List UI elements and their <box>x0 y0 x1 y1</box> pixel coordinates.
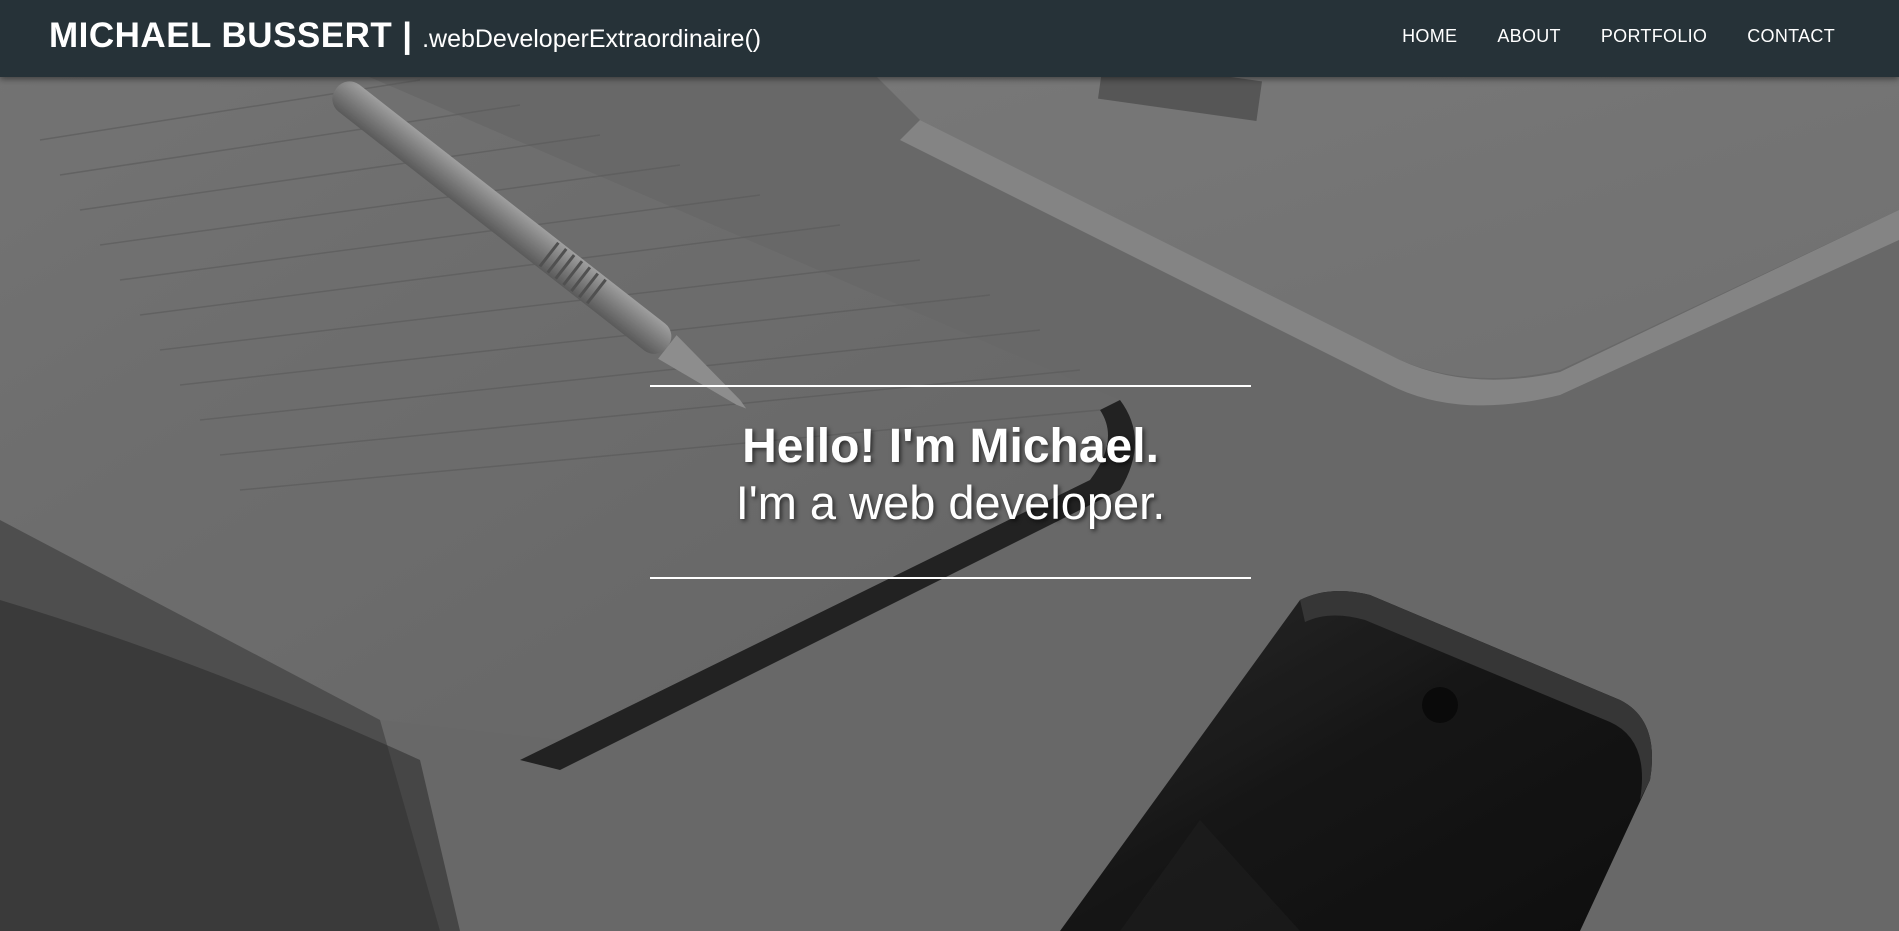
brand-separator: | <box>402 16 413 55</box>
nav-portfolio-link[interactable]: PORTFOLIO <box>1601 26 1707 47</box>
brand-logo[interactable]: MICHAEL BUSSERT | .webDeveloperExtraordi… <box>49 16 761 56</box>
bottom-divider <box>650 577 1251 579</box>
nav-about-link[interactable]: ABOUT <box>1497 26 1561 47</box>
nav-home-link[interactable]: HOME <box>1402 26 1457 47</box>
brand-name: MICHAEL BUSSERT <box>49 16 393 55</box>
hero-intro: Hello! I'm Michael. I'm a web developer. <box>650 385 1251 579</box>
main-nav: HOME ABOUT PORTFOLIO CONTACT <box>1402 26 1835 47</box>
brand-tagline: .webDeveloperExtraordinaire() <box>422 25 762 53</box>
hero-subheadline: I'm a web developer. <box>735 476 1166 529</box>
hero-headline: Hello! I'm Michael. <box>742 420 1159 473</box>
top-divider <box>650 385 1251 387</box>
nav-contact-link[interactable]: CONTACT <box>1747 26 1835 47</box>
top-navbar: MICHAEL BUSSERT | .webDeveloperExtraordi… <box>0 0 1899 77</box>
